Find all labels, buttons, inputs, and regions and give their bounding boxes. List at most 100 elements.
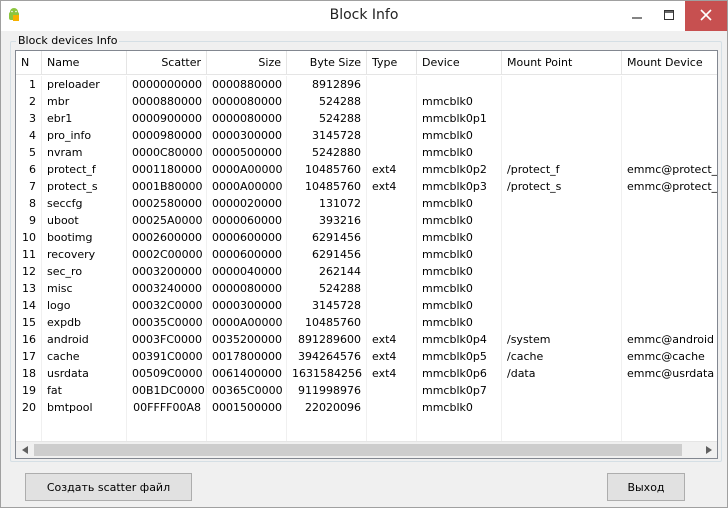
table-row[interactable]: 1 preloader 0000000000 0000880000 8912896	[16, 76, 717, 93]
table-row[interactable]: 14 logo 00032C0000 0000300000 3145728 mmcblk0	[16, 297, 717, 314]
cell-mount-device	[622, 280, 717, 297]
minimize-button[interactable]	[621, 1, 653, 31]
cell-name: protect_s	[42, 178, 127, 195]
cell-size: 0000060000	[207, 212, 287, 229]
cell-device: mmcblk0p3	[417, 178, 502, 195]
cell-byte-size: 6291456	[287, 246, 367, 263]
cell-mount-device	[622, 297, 717, 314]
list-header: N Name Scatter Size Byte Size Type Devic…	[16, 51, 717, 75]
cell-mount-device	[622, 382, 717, 399]
cell-mount-device	[622, 314, 717, 331]
table-row[interactable]: 12 sec_ro 0003200000 0000040000 262144 mmcblk…	[16, 263, 717, 280]
table-row[interactable]: 7 protect_s 0001B80000 0000A00000 10485760 ex…	[16, 178, 717, 195]
horizontal-scrollbar[interactable]	[16, 441, 717, 458]
cell-mount-point: /protect_f	[502, 161, 622, 178]
cell-device: mmcblk0p1	[417, 110, 502, 127]
cell-name: bmtpool	[42, 399, 127, 416]
cell-n: 18	[16, 365, 42, 382]
maximize-icon	[664, 9, 674, 23]
scrollbar-thumb[interactable]	[34, 444, 682, 456]
cell-device: mmcblk0p2	[417, 161, 502, 178]
cell-scatter: 00B1DC0000	[127, 382, 207, 399]
cell-name: expdb	[42, 314, 127, 331]
block-devices-list[interactable]: N Name Scatter Size Byte Size Type Devic…	[15, 50, 718, 459]
cell-size: 0035200000	[207, 331, 287, 348]
column-header-mount-point[interactable]: Mount Point	[502, 51, 622, 75]
table-row[interactable]: 16 android 0003FC0000 0035200000 891289600 ex…	[16, 331, 717, 348]
cell-device: mmcblk0p4	[417, 331, 502, 348]
table-row[interactable]: 9 uboot 00025A0000 0000060000 393216 mmcblk0	[16, 212, 717, 229]
cell-device: mmcblk0p7	[417, 382, 502, 399]
cell-mount-point	[502, 382, 622, 399]
cell-n: 11	[16, 246, 42, 263]
table-row[interactable]: 8 seccfg 0002580000 0000020000 131072 mmcblk0	[16, 195, 717, 212]
column-header-n[interactable]: N	[16, 51, 42, 75]
column-header-scatter[interactable]: Scatter	[127, 51, 207, 75]
cell-mount-point: /protect_s	[502, 178, 622, 195]
cell-device	[417, 76, 502, 93]
column-header-byte-size[interactable]: Byte Size	[287, 51, 367, 75]
cell-n: 2	[16, 93, 42, 110]
column-header-size[interactable]: Size	[207, 51, 287, 75]
cell-type: ext4	[367, 331, 417, 348]
cell-size: 0000020000	[207, 195, 287, 212]
column-header-type[interactable]: Type	[367, 51, 417, 75]
cell-scatter: 0000980000	[127, 127, 207, 144]
cell-type	[367, 246, 417, 263]
cell-n: 1	[16, 76, 42, 93]
table-row[interactable]: 2 mbr 0000880000 0000080000 524288 mmcblk0	[16, 93, 717, 110]
cell-byte-size: 10485760	[287, 161, 367, 178]
cell-size: 0000A00000	[207, 161, 287, 178]
cell-device: mmcblk0	[417, 399, 502, 416]
cell-type	[367, 195, 417, 212]
column-header-device[interactable]: Device	[417, 51, 502, 75]
cell-scatter: 0003240000	[127, 280, 207, 297]
cell-mount-point: /cache	[502, 348, 622, 365]
column-header-name[interactable]: Name	[42, 51, 127, 75]
exit-button[interactable]: Выход	[607, 473, 685, 501]
table-row[interactable]: 6 protect_f 0001180000 0000A00000 10485760 ex…	[16, 161, 717, 178]
cell-device: mmcblk0	[417, 229, 502, 246]
cell-n: 15	[16, 314, 42, 331]
table-row[interactable]: 20 bmtpool 00FFFF00A8 0001500000 22020096 mmc…	[16, 399, 717, 416]
cell-device: mmcblk0p6	[417, 365, 502, 382]
table-row[interactable]: 15 expdb 00035C0000 0000A00000 10485760 mmcbl…	[16, 314, 717, 331]
cell-byte-size: 1631584256	[287, 365, 367, 382]
list-body: 1 preloader 0000000000 0000880000 8912896 2 mb…	[16, 76, 717, 458]
scroll-left-button[interactable]	[16, 442, 33, 458]
table-row[interactable]: 18 usrdata 00509C0000 0061400000 1631584256 e…	[16, 365, 717, 382]
title-bar[interactable]: Block Info	[1, 1, 727, 31]
table-row[interactable]: 17 cache 00391C0000 0017800000 394264576 ext4…	[16, 348, 717, 365]
cell-name: ebr1	[42, 110, 127, 127]
scroll-right-button[interactable]	[700, 442, 717, 458]
maximize-button[interactable]	[653, 1, 685, 31]
cell-type	[367, 229, 417, 246]
table-row[interactable]: 10 bootimg 0002600000 0000600000 6291456 mmcb…	[16, 229, 717, 246]
cell-scatter: 0002600000	[127, 229, 207, 246]
column-header-mount-device[interactable]: Mount Device	[622, 51, 717, 75]
cell-mount-device	[622, 76, 717, 93]
cell-byte-size: 6291456	[287, 229, 367, 246]
cell-type	[367, 127, 417, 144]
close-button[interactable]	[685, 1, 727, 31]
cell-size: 0000300000	[207, 127, 287, 144]
cell-scatter: 0000000000	[127, 76, 207, 93]
table-row[interactable]: 11 recovery 0002C00000 0000600000 6291456 mmc…	[16, 246, 717, 263]
cell-n: 12	[16, 263, 42, 280]
cell-scatter: 0001180000	[127, 161, 207, 178]
cell-mount-device	[622, 399, 717, 416]
cell-size: 0000600000	[207, 246, 287, 263]
cell-device: mmcblk0	[417, 246, 502, 263]
cell-mount-point	[502, 399, 622, 416]
table-row[interactable]: 5 nvram 0000C80000 0000500000 5242880 mmcblk0	[16, 144, 717, 161]
cell-scatter: 0003200000	[127, 263, 207, 280]
table-row[interactable]: 4 pro_info 0000980000 0000300000 3145728 mmcb…	[16, 127, 717, 144]
cell-mount-device: emmc@android	[627, 333, 714, 346]
cell-name: protect_f	[42, 161, 127, 178]
cell-mount-point	[502, 297, 622, 314]
table-row[interactable]: 3 ebr1 0000900000 0000080000 524288 mmcblk0p1	[16, 110, 717, 127]
create-scatter-button[interactable]: Создать scatter файл	[25, 473, 192, 501]
table-row[interactable]: 19 fat 00B1DC0000 00365C0000 911998976 mmcblk…	[16, 382, 717, 399]
table-row[interactable]: 13 misc 0003240000 0000080000 524288 mmcblk0	[16, 280, 717, 297]
cell-name: usrdata	[42, 365, 127, 382]
